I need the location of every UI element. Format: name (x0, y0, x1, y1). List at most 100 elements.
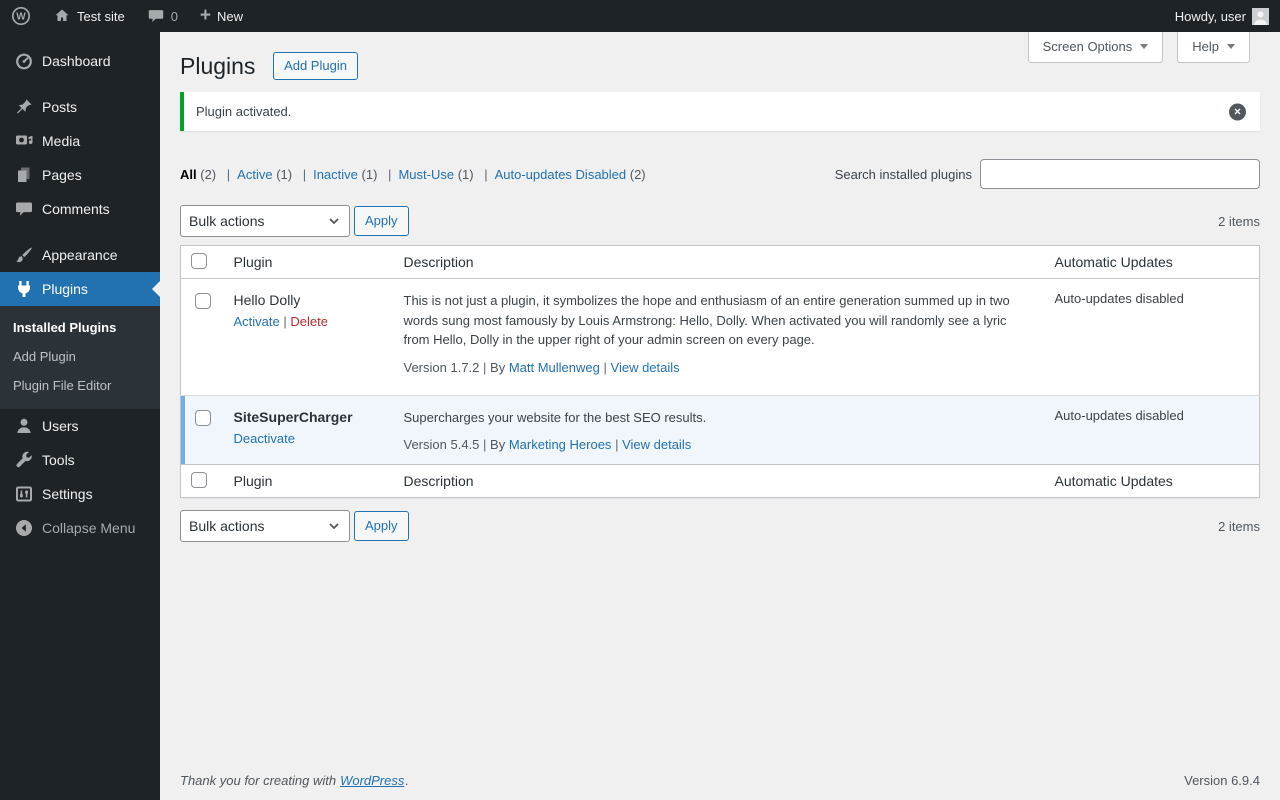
svg-text:W: W (16, 12, 26, 23)
row-checkbox[interactable] (195, 293, 211, 309)
items-count: 2 items (1218, 518, 1260, 534)
sidebar-item-comments[interactable]: Comments (0, 192, 160, 226)
filter-active: Active (1) | (237, 167, 313, 182)
table-row-hello-dolly: Hello Dolly Activate | Delete This is no… (181, 279, 1260, 396)
sidebar-item-settings[interactable]: Settings (0, 477, 160, 511)
sidebar-item-pages[interactable]: Pages (0, 158, 160, 192)
sidebar-item-collapse-menu[interactable]: Collapse Menu (0, 511, 160, 545)
footer-thanks-text: Thank you for creating with (180, 773, 337, 788)
chevron-down-icon (329, 523, 339, 530)
column-description: Description (403, 254, 474, 270)
sidebar-item-media[interactable]: Media (0, 124, 160, 158)
new-label: New (217, 8, 244, 24)
apply-button[interactable]: Apply (354, 206, 409, 236)
sidebar-item-dashboard[interactable]: Dashboard (0, 44, 160, 78)
help-label: Help (1192, 39, 1219, 54)
separator: | (388, 166, 392, 182)
home-icon (55, 9, 69, 22)
separator: | (226, 166, 231, 182)
submenu-add-plugin[interactable]: Add Plugin (0, 342, 160, 371)
bulk-actions-select[interactable]: Bulk actions (180, 510, 350, 542)
sidebar-item-plugins[interactable]: Plugins (0, 272, 160, 306)
search-input[interactable] (980, 159, 1260, 189)
filter-auto-updates-disabled-link[interactable]: Auto-updates Disabled (495, 167, 627, 182)
auto-updates-status: Auto-updates disabled (1054, 407, 1184, 423)
separator: | (603, 359, 607, 375)
select-all-checkbox[interactable] (191, 253, 207, 269)
apply-button[interactable]: Apply (354, 511, 409, 541)
footer-version: Version 6.9.4 (1184, 773, 1260, 788)
settings-icon (16, 486, 32, 502)
filter-count: (1) (276, 166, 293, 182)
row-checkbox[interactable] (195, 409, 211, 426)
screen-options-button[interactable]: Screen Options (1027, 32, 1164, 63)
plugins-submenu: Installed Plugins Add Plugin Plugin File… (0, 306, 160, 409)
bulk-actions-select[interactable]: Bulk actions (180, 205, 350, 237)
chevron-down-icon (1140, 44, 1149, 49)
separator: | (483, 359, 487, 375)
sidebar-item-label: Plugins (42, 281, 88, 297)
author-link[interactable]: Matt Mullenweg (509, 360, 600, 375)
notice-success: Plugin activated. × (180, 92, 1260, 131)
activate-link[interactable]: Activate (234, 314, 280, 329)
help-button[interactable]: Help (1177, 32, 1250, 63)
plugin-version: Version 5.4.5 (403, 437, 480, 452)
filter-inactive: Inactive (1) | (313, 167, 398, 182)
admin-bar-comments[interactable]: 0 (136, 0, 189, 32)
sidebar-item-tools[interactable]: Tools (0, 443, 160, 477)
submenu-installed-plugins[interactable]: Installed Plugins (0, 313, 160, 342)
sidebar-item-appearance[interactable]: Appearance (0, 238, 160, 272)
sidebar-item-label: Collapse Menu (42, 520, 136, 536)
admin-footer: Thank you for creating with WordPress. Ve… (180, 773, 1260, 788)
sidebar-item-label: Appearance (42, 247, 118, 263)
comment-count: 0 (170, 8, 178, 24)
bulk-actions-value: Bulk actions (189, 213, 265, 229)
submenu-plugin-file-editor[interactable]: Plugin File Editor (0, 371, 160, 400)
plugin-name: SiteSuperCharger (233, 408, 353, 425)
plus-icon: + (199, 4, 212, 26)
deactivate-link[interactable]: Deactivate (234, 431, 295, 446)
site-name-label: Test site (77, 8, 125, 24)
chevron-down-icon (1227, 44, 1235, 49)
view-details-link[interactable]: View details (622, 437, 691, 452)
add-plugin-button[interactable]: Add Plugin (273, 52, 358, 80)
notice-message: Plugin activated. (196, 104, 292, 119)
plugin-status-filters: All (2) | Active (1) | Inactive (1) | Mu… (180, 167, 646, 182)
footer-period: . (405, 773, 409, 788)
users-icon (17, 418, 31, 433)
main-content: Screen Options Help Plugins Add Plugin P… (160, 32, 1280, 800)
appearance-icon (16, 247, 32, 263)
pin-icon (17, 99, 32, 114)
page-title: Plugins (180, 53, 256, 79)
filter-count: (2) (629, 166, 646, 182)
select-all-checkbox[interactable] (191, 472, 207, 488)
dismiss-notice-button[interactable]: × (1225, 99, 1250, 124)
by-label: By (490, 359, 506, 375)
plugin-description: Supercharges your website for the best S… (403, 409, 707, 425)
filter-inactive-link[interactable]: Inactive (313, 167, 358, 182)
filter-must-use-link[interactable]: Must-Use (398, 167, 454, 182)
author-link[interactable]: Marketing Heroes (509, 437, 612, 452)
wordpress-logo-icon: W (11, 6, 31, 26)
separator: | (484, 166, 488, 182)
separator: | (483, 437, 487, 452)
new-content-button[interactable]: + New (189, 0, 254, 32)
filter-all-link[interactable]: All (180, 167, 197, 182)
view-details-link[interactable]: View details (611, 360, 680, 375)
column-automatic-updates: Automatic Updates (1054, 254, 1173, 270)
delete-link[interactable]: Delete (290, 314, 328, 329)
separator: | (302, 166, 307, 182)
admin-bar: W Test site 0 + New Howdy, user (0, 0, 1280, 32)
account-menu[interactable]: Howdy, user (1164, 0, 1280, 32)
media-icon (16, 135, 33, 145)
plugin-description: This is not just a plugin, it symbolizes… (403, 293, 1010, 347)
table-header-row: Plugin Description Automatic Updates (180, 246, 1260, 279)
sidebar-item-posts[interactable]: Posts (0, 90, 160, 124)
sidebar-item-users[interactable]: Users (0, 409, 160, 443)
footer-thanks: Thank you for creating with WordPress. (180, 773, 409, 788)
wordpress-link[interactable]: WordPress (340, 773, 404, 788)
site-name-link[interactable]: Test site (42, 0, 136, 32)
filter-active-link[interactable]: Active (237, 167, 272, 182)
plugin-name: Hello Dolly (233, 292, 301, 308)
wordpress-logo-button[interactable]: W (0, 0, 42, 32)
